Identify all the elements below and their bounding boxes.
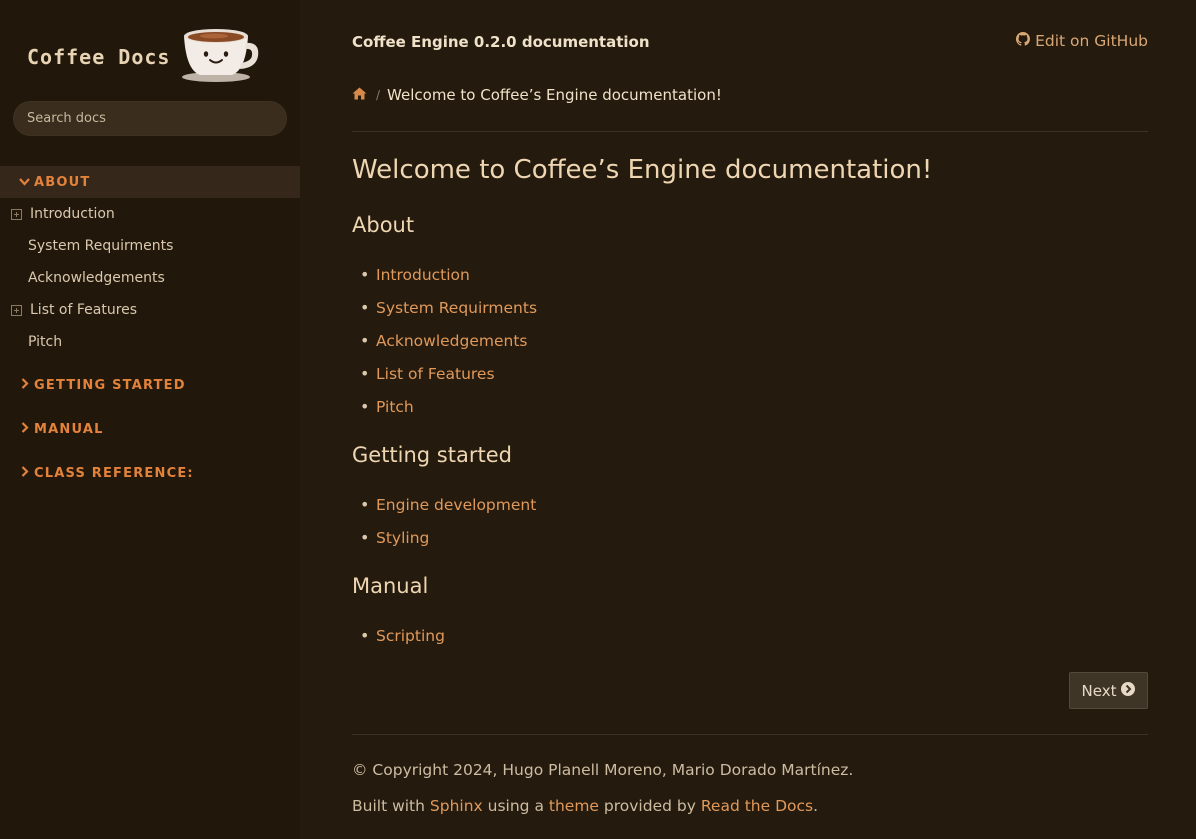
sidebar-item-introduction[interactable]: Introduction — [0, 198, 300, 230]
arrow-circle-right-icon — [1121, 681, 1136, 700]
bullet: • — [360, 397, 370, 416]
sidebar: Coffee Docs ABOUT Introduction Sys — [0, 0, 300, 839]
built-with-text: Built with Sphinx using a theme provided… — [352, 797, 818, 815]
link-styling[interactable]: Styling — [376, 529, 429, 547]
link-engine-development[interactable]: Engine development — [376, 496, 536, 514]
built-provided: provided by — [603, 797, 696, 815]
list-item: • Acknowledgements — [352, 324, 537, 357]
sidebar-item-label: Acknowledgements — [28, 270, 165, 286]
section-heading-about: About — [352, 213, 415, 237]
built-end: . — [813, 797, 819, 815]
sidebar-item-system-requirments[interactable]: System Requirments — [0, 230, 300, 262]
chevron-right-icon — [15, 421, 34, 437]
link-pitch[interactable]: Pitch — [376, 398, 414, 416]
github-icon — [1016, 32, 1031, 50]
list-item: • Engine development — [352, 488, 536, 521]
sphinx-link[interactable]: Sphinx — [430, 797, 483, 815]
breadcrumb-current: Welcome to Coffee’s Engine documentation… — [387, 86, 722, 104]
sidebar-item-list-of-features[interactable]: List of Features — [0, 294, 300, 326]
edit-on-github-label: Edit on GitHub — [1035, 32, 1148, 50]
section-heading-manual: Manual — [352, 574, 429, 598]
search-input[interactable] — [13, 101, 287, 136]
sidebar-item-label: List of Features — [30, 302, 138, 318]
nav-caption-class-reference[interactable]: CLASS REFERENCE: — [0, 457, 300, 489]
built-prefix: Built with — [352, 797, 425, 815]
copyright-text: © Copyright 2024, Hugo Planell Moreno, M… — [352, 761, 854, 779]
nav-caption-getting-started[interactable]: GETTING STARTED — [0, 369, 300, 401]
chevron-right-icon — [15, 465, 34, 481]
sidebar-item-label: System Requirments — [28, 238, 174, 254]
list-item: • Scripting — [352, 619, 445, 652]
link-system-requirments[interactable]: System Requirments — [376, 299, 537, 317]
chevron-right-icon — [15, 377, 34, 393]
page-title: Welcome to Coffee’s Engine documentation… — [352, 155, 933, 185]
divider — [352, 131, 1148, 132]
edit-on-github-link[interactable]: Edit on GitHub — [1016, 32, 1148, 50]
list-item: • List of Features — [352, 357, 537, 390]
bullet: • — [360, 528, 370, 547]
expand-plus-icon[interactable] — [11, 304, 22, 316]
bullet: • — [360, 298, 370, 317]
bullet: • — [360, 265, 370, 284]
nav-caption-label: GETTING STARTED — [34, 377, 186, 393]
list-item: • Pitch — [352, 390, 537, 423]
bullet: • — [360, 495, 370, 514]
next-button[interactable]: Next — [1069, 672, 1148, 709]
next-button-label: Next — [1081, 681, 1117, 700]
home-icon[interactable] — [352, 86, 367, 104]
logo[interactable]: Coffee Docs — [27, 26, 260, 88]
nav-caption-label: MANUAL — [34, 421, 104, 437]
bullet: • — [360, 626, 370, 645]
getting-started-links-list: • Engine development • Styling — [352, 488, 536, 554]
chevron-down-icon — [15, 174, 34, 190]
manual-links-list: • Scripting — [352, 619, 445, 652]
link-list-of-features[interactable]: List of Features — [376, 365, 495, 383]
sidebar-item-label: Pitch — [28, 334, 63, 350]
sidebar-item-pitch[interactable]: Pitch — [0, 326, 300, 358]
list-item: • Introduction — [352, 258, 537, 291]
list-item: • System Requirments — [352, 291, 537, 324]
bullet: • — [360, 331, 370, 350]
theme-link[interactable]: theme — [549, 797, 599, 815]
logo-text: Coffee Docs — [27, 45, 171, 69]
sidebar-item-acknowledgements[interactable]: Acknowledgements — [0, 262, 300, 294]
list-item: • Styling — [352, 521, 536, 554]
expand-plus-icon[interactable] — [11, 208, 22, 220]
breadcrumb-separator: / — [376, 88, 381, 102]
nav-caption-label: ABOUT — [34, 174, 91, 190]
built-using: using a — [487, 797, 544, 815]
link-scripting[interactable]: Scripting — [376, 627, 445, 645]
section-heading-getting-started: Getting started — [352, 443, 512, 467]
link-acknowledgements[interactable]: Acknowledgements — [376, 332, 527, 350]
main-content: Coffee Engine 0.2.0 documentation Edit o… — [352, 0, 1148, 839]
footer-divider — [352, 734, 1148, 735]
read-the-docs-link[interactable]: Read the Docs — [701, 797, 813, 815]
nav-caption-about[interactable]: ABOUT — [0, 166, 300, 198]
link-introduction[interactable]: Introduction — [376, 266, 470, 284]
about-links-list: • Introduction • System Requirments • Ackno… — [352, 258, 537, 423]
coffee-cup-icon — [174, 26, 260, 88]
doc-title[interactable]: Coffee Engine 0.2.0 documentation — [352, 33, 650, 51]
sidebar-item-label: Introduction — [30, 206, 115, 222]
breadcrumb: / Welcome to Coffee’s Engine documentati… — [352, 86, 722, 104]
nav-caption-manual[interactable]: MANUAL — [0, 413, 300, 445]
bullet: • — [360, 364, 370, 383]
nav-caption-label: CLASS REFERENCE: — [34, 465, 194, 481]
